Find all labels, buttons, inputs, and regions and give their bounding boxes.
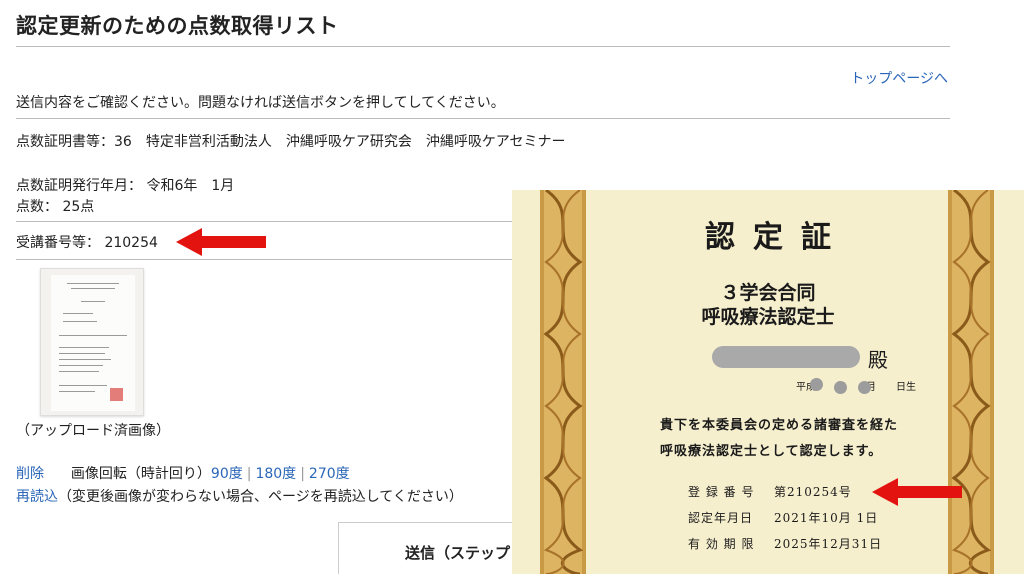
title-divider [16, 46, 950, 47]
expiry-label: 有 効 期 限 [688, 537, 755, 551]
certified-date-label: 認定年月日 [688, 511, 754, 525]
certificate-subtitle: ３学会合同 [720, 282, 816, 304]
expiry-value: 2025年12月31日 [774, 537, 883, 551]
certificate-body-line2: 呼吸療法認定士として認定します。 [660, 444, 883, 459]
arrow-left-icon [872, 478, 962, 506]
certificate-qualification: 呼吸療法認定士 [701, 306, 835, 328]
image-actions: 削除 画像回転（時計回り）90度 | 180度 | 270度 [16, 463, 350, 483]
reload-line: 再読込（変更後画像が変わらない場合、ページを再読込してください） [16, 486, 463, 506]
redaction-dot [810, 378, 823, 391]
reload-link[interactable]: 再読込 [16, 489, 58, 505]
certificate-source: 点数証明書等：36 特定非営利活動法人 沖縄呼吸ケア研究会 沖縄呼吸ケアセミナー [16, 134, 566, 150]
registration-value: 第210254号 [774, 485, 852, 499]
submit-label: 送信（ステップ [405, 544, 511, 562]
arrow-left-icon [176, 228, 266, 256]
points: 点数： 25点 [16, 199, 95, 215]
page-title: 認定更新のための点数取得リスト [16, 14, 339, 38]
certificate-body-line1: 貴下を本委員会の定める諸審査を経た [660, 418, 899, 433]
registration-label: 登 録 番 号 [688, 485, 755, 499]
rotate-label: 画像回転（時計回り） [70, 466, 211, 482]
certificate-honorific: 殿 [868, 348, 888, 372]
uploaded-image-thumbnail[interactable] [40, 268, 144, 416]
reload-note: （変更後画像が変わらない場合、ページを再読込してください） [58, 489, 463, 505]
uploaded-image-caption: （アップロード済画像） [16, 423, 170, 439]
registration-number: 受講番号等： 210254 [16, 235, 158, 251]
certificate-title: 認定証 [705, 220, 849, 255]
redacted-name [712, 346, 860, 368]
certified-date-value: 2021年10月 1日 [774, 511, 879, 525]
rotate-270-link[interactable]: 270度 [309, 466, 350, 482]
issue-date: 点数証明発行年月： 令和6年 1月 [16, 178, 235, 194]
rotate-180-link[interactable]: 180度 [255, 466, 296, 482]
delete-link[interactable]: 削除 [16, 466, 44, 482]
certificate-image: 認定証 ３学会合同 呼吸療法認定士 殿 平成 年 月 日生 貴下を本委員会の定め… [512, 190, 1024, 574]
redaction-dot [858, 381, 871, 394]
divider [16, 118, 950, 119]
rotate-90-link[interactable]: 90度 [211, 466, 243, 482]
redaction-dot [834, 381, 847, 394]
confirm-message: 送信内容をご確認ください。問題なければ送信ボタンを押してしてください。 [16, 95, 505, 111]
top-page-link[interactable]: トップページへ [850, 68, 948, 88]
separator: | [246, 466, 252, 482]
separator: | [300, 466, 305, 482]
